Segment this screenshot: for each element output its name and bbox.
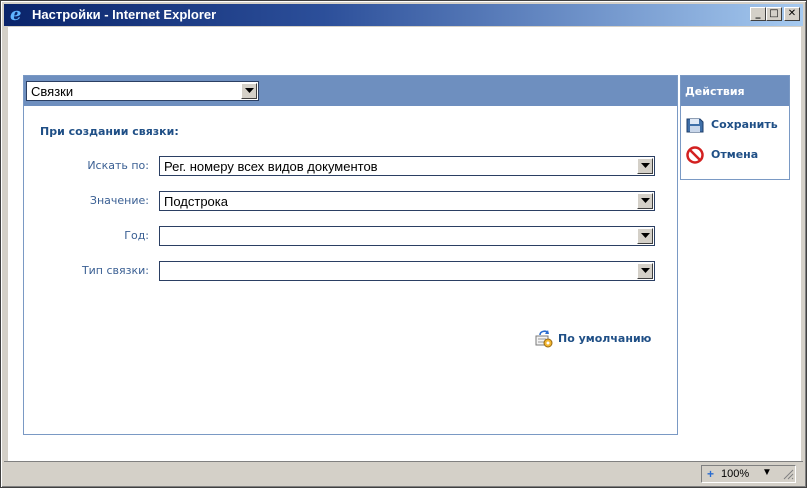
search-by-value: Рег. номеру всех видов документов <box>164 159 378 174</box>
chevron-down-icon[interactable] <box>637 193 653 209</box>
actions-title: Действия <box>685 85 745 98</box>
year-label: Год: <box>124 229 149 242</box>
link-type-row: Тип связки: <box>24 261 677 281</box>
link-type-select[interactable] <box>159 261 655 281</box>
section-title: При создании связки: <box>40 125 179 138</box>
close-button[interactable]: ✕ <box>784 7 800 21</box>
year-row: Год: <box>24 226 677 246</box>
status-bar: + 100% ▼ <box>4 461 803 485</box>
value-label: Значение: <box>89 194 149 207</box>
browser-window: e Настройки - Internet Explorer _ □ ✕ Св… <box>0 0 807 488</box>
chevron-down-icon[interactable] <box>637 263 653 279</box>
search-by-row: Искать по: Рег. номеру всех видов докуме… <box>24 156 677 176</box>
floppy-disk-icon <box>685 115 705 138</box>
actions-panel: Действия Сохранить Отмена <box>680 75 790 180</box>
settings-panel-header: Связки <box>24 76 677 106</box>
year-select[interactable] <box>159 226 655 246</box>
link-type-label: Тип связки: <box>81 264 149 277</box>
category-select[interactable]: Связки <box>26 81 259 101</box>
window-title: Настройки - Internet Explorer <box>32 7 217 22</box>
maximize-button[interactable]: □ <box>766 7 782 21</box>
settings-panel: Связки При создании связки: Искать по: Р… <box>23 75 678 435</box>
zoom-control[interactable]: + 100% ▼ <box>701 465 796 483</box>
magnifier-plus-icon: + <box>707 467 715 481</box>
cancel-label: Отмена <box>711 148 759 161</box>
search-by-label: Искать по: <box>87 159 149 172</box>
save-label: Сохранить <box>711 118 778 131</box>
search-by-select[interactable]: Рег. номеру всех видов документов <box>159 156 655 176</box>
actions-panel-header: Действия <box>681 76 789 106</box>
save-button[interactable]: Сохранить <box>685 114 789 136</box>
ie-logo-icon: e <box>10 4 22 25</box>
no-entry-icon <box>685 145 705 168</box>
reset-settings-icon <box>534 328 554 351</box>
cancel-button[interactable]: Отмена <box>685 144 789 166</box>
chevron-down-icon[interactable] <box>241 83 257 99</box>
default-settings-label: По умолчанию <box>558 332 652 345</box>
title-bar[interactable]: e Настройки - Internet Explorer _ □ ✕ <box>4 4 803 26</box>
chevron-down-icon[interactable]: ▼ <box>762 467 772 478</box>
zoom-level: 100% <box>721 468 750 480</box>
value-select-value: Подстрока <box>164 194 228 209</box>
chevron-down-icon[interactable] <box>637 228 653 244</box>
resize-grip-icon[interactable] <box>782 468 794 483</box>
page-content: Связки При создании связки: Искать по: Р… <box>8 27 801 461</box>
category-select-value: Связки <box>31 84 74 99</box>
value-select[interactable]: Подстрока <box>159 191 655 211</box>
chevron-down-icon[interactable] <box>637 158 653 174</box>
minimize-button[interactable]: _ <box>750 7 766 21</box>
value-row: Значение: Подстрока <box>24 191 677 211</box>
